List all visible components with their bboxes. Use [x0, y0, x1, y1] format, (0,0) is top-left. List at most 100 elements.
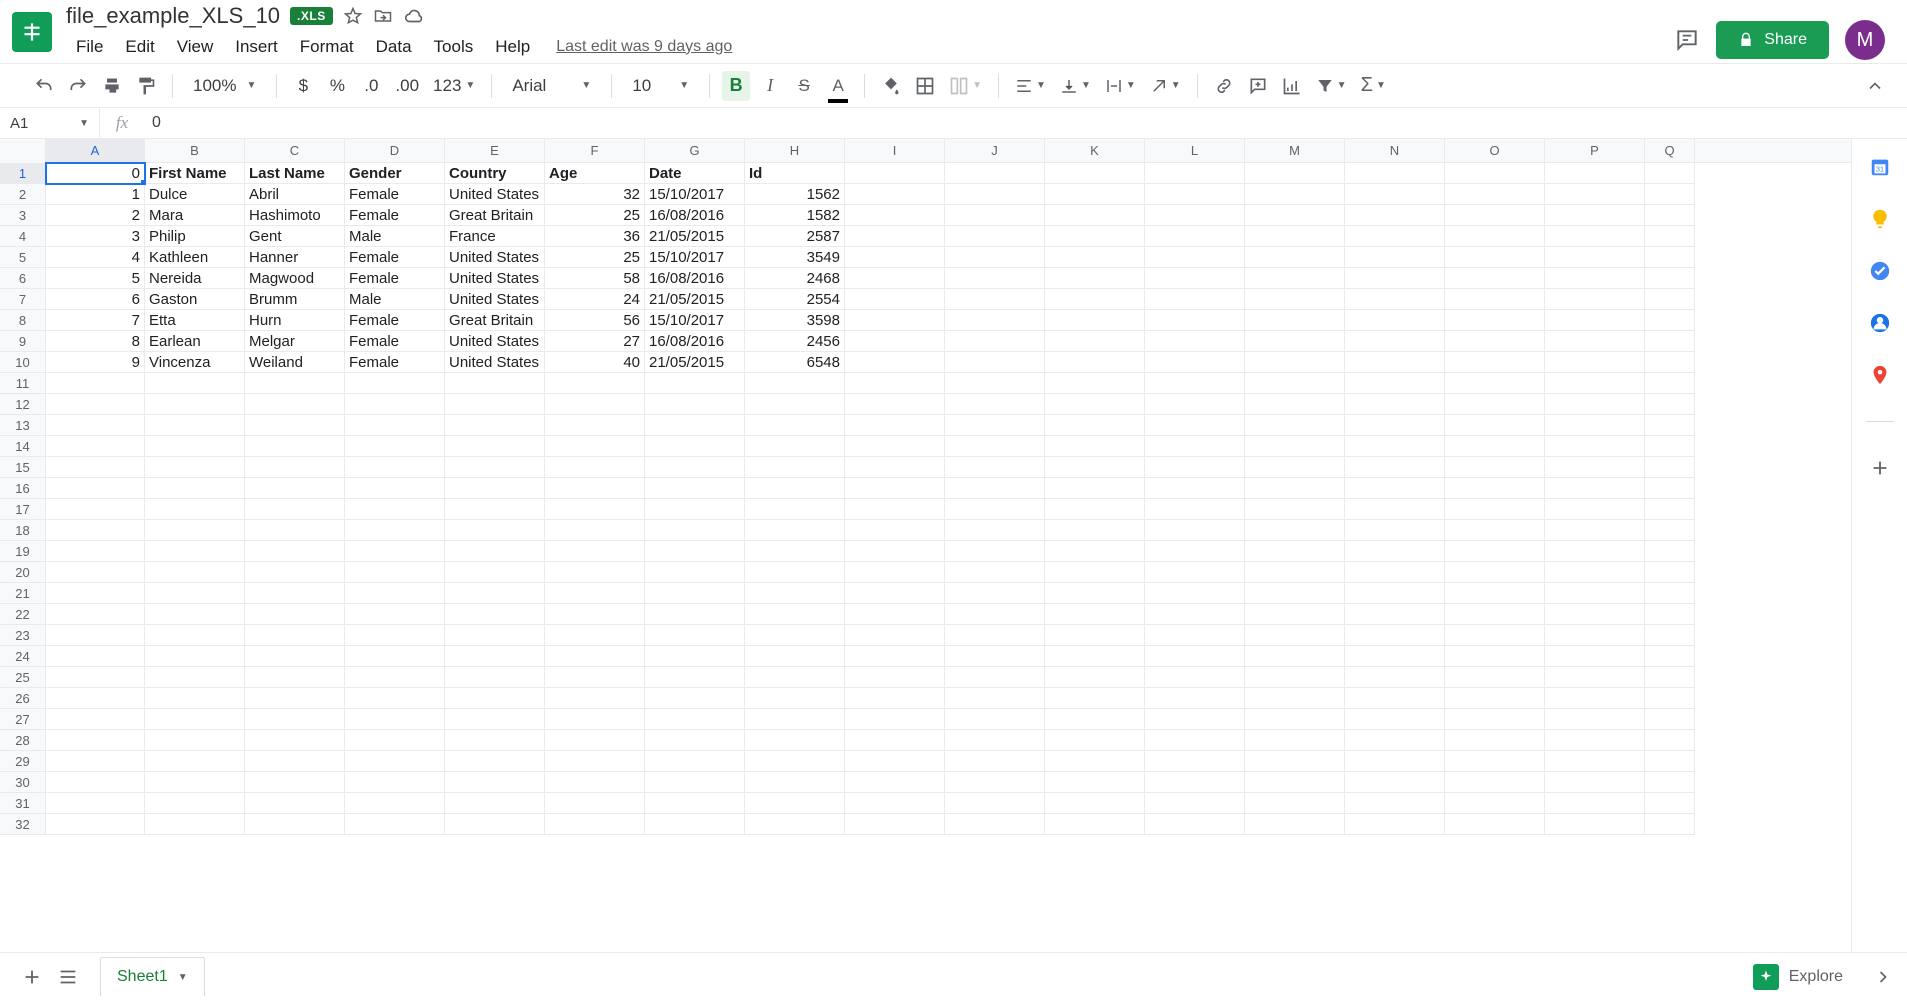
cell[interactable]: [1045, 793, 1145, 814]
cell[interactable]: [145, 478, 245, 499]
paint-format-button[interactable]: [132, 71, 160, 101]
cell[interactable]: [1045, 289, 1145, 310]
cell[interactable]: [46, 772, 145, 793]
cell[interactable]: Id: [745, 163, 845, 184]
row-header[interactable]: 15: [0, 457, 46, 478]
currency-button[interactable]: $: [289, 71, 317, 101]
cell[interactable]: [1445, 604, 1545, 625]
cell[interactable]: [845, 226, 945, 247]
row-header[interactable]: 21: [0, 583, 46, 604]
cell[interactable]: [245, 646, 345, 667]
cell[interactable]: [645, 646, 745, 667]
cell[interactable]: [1145, 709, 1245, 730]
cell[interactable]: United States: [445, 352, 545, 373]
cell[interactable]: [1445, 793, 1545, 814]
cell[interactable]: [145, 394, 245, 415]
col-header-L[interactable]: L: [1145, 139, 1245, 162]
cell[interactable]: [245, 604, 345, 625]
row-header[interactable]: 23: [0, 625, 46, 646]
cell[interactable]: [1045, 331, 1145, 352]
cell[interactable]: [445, 499, 545, 520]
cell[interactable]: Gent: [245, 226, 345, 247]
cell[interactable]: [1245, 730, 1345, 751]
col-header-I[interactable]: I: [845, 139, 945, 162]
filter-button[interactable]: ▼: [1312, 71, 1351, 101]
cell[interactable]: [1145, 331, 1245, 352]
cell[interactable]: [1245, 562, 1345, 583]
cell[interactable]: [46, 415, 145, 436]
cell[interactable]: 7: [46, 310, 145, 331]
cell[interactable]: [1345, 331, 1445, 352]
cell[interactable]: [46, 478, 145, 499]
cell[interactable]: [745, 709, 845, 730]
row-header[interactable]: 18: [0, 520, 46, 541]
cell[interactable]: [1345, 184, 1445, 205]
collapse-toolbar-button[interactable]: [1861, 71, 1889, 101]
cell[interactable]: [445, 667, 545, 688]
cell[interactable]: [46, 688, 145, 709]
row-header[interactable]: 14: [0, 436, 46, 457]
cell[interactable]: [945, 667, 1045, 688]
cell[interactable]: [1345, 772, 1445, 793]
col-header-B[interactable]: B: [145, 139, 245, 162]
cell[interactable]: [1245, 772, 1345, 793]
cell[interactable]: Great Britain: [445, 310, 545, 331]
maps-icon[interactable]: [1868, 363, 1892, 387]
cell[interactable]: 16/08/2016: [645, 268, 745, 289]
cell[interactable]: [945, 520, 1045, 541]
cell[interactable]: [445, 562, 545, 583]
cell[interactable]: [945, 247, 1045, 268]
cell[interactable]: United States: [445, 289, 545, 310]
cloud-icon[interactable]: [403, 5, 425, 27]
cell[interactable]: [945, 373, 1045, 394]
cell[interactable]: [545, 415, 645, 436]
strikethrough-button[interactable]: S: [790, 71, 818, 101]
cell[interactable]: [345, 520, 445, 541]
row-header[interactable]: 11: [0, 373, 46, 394]
cell[interactable]: [1145, 184, 1245, 205]
cell[interactable]: [945, 646, 1045, 667]
cell[interactable]: [445, 373, 545, 394]
cell[interactable]: [46, 604, 145, 625]
cell[interactable]: [945, 562, 1045, 583]
cell[interactable]: [1245, 520, 1345, 541]
row-header[interactable]: 7: [0, 289, 46, 310]
side-panel-toggle[interactable]: [1873, 967, 1893, 987]
cell[interactable]: [1445, 415, 1545, 436]
cell[interactable]: [46, 583, 145, 604]
cell[interactable]: [46, 499, 145, 520]
link-button[interactable]: [1210, 71, 1238, 101]
cell[interactable]: [1345, 268, 1445, 289]
cell[interactable]: [1345, 352, 1445, 373]
cell[interactable]: [545, 499, 645, 520]
cell[interactable]: [345, 688, 445, 709]
cell[interactable]: [845, 436, 945, 457]
row-header[interactable]: 4: [0, 226, 46, 247]
cell[interactable]: Etta: [145, 310, 245, 331]
cell[interactable]: [1445, 751, 1545, 772]
cell[interactable]: 2456: [745, 331, 845, 352]
cell[interactable]: [245, 415, 345, 436]
cell[interactable]: [345, 667, 445, 688]
cell[interactable]: [145, 415, 245, 436]
cell[interactable]: [1045, 646, 1145, 667]
cell[interactable]: [745, 457, 845, 478]
undo-button[interactable]: [30, 71, 58, 101]
cell[interactable]: [545, 541, 645, 562]
cell[interactable]: [245, 688, 345, 709]
cell[interactable]: [1245, 667, 1345, 688]
cell[interactable]: [1645, 520, 1695, 541]
cell[interactable]: [1145, 499, 1245, 520]
cell[interactable]: [1145, 751, 1245, 772]
cell[interactable]: [1145, 604, 1245, 625]
col-header-A[interactable]: A: [46, 139, 145, 162]
cell[interactable]: [1645, 688, 1695, 709]
cell[interactable]: [345, 709, 445, 730]
cell[interactable]: [1545, 436, 1645, 457]
cell[interactable]: [645, 415, 745, 436]
cell[interactable]: [1045, 499, 1145, 520]
cell[interactable]: [1645, 583, 1695, 604]
cell[interactable]: [745, 730, 845, 751]
cell[interactable]: [945, 730, 1045, 751]
cell[interactable]: [545, 646, 645, 667]
